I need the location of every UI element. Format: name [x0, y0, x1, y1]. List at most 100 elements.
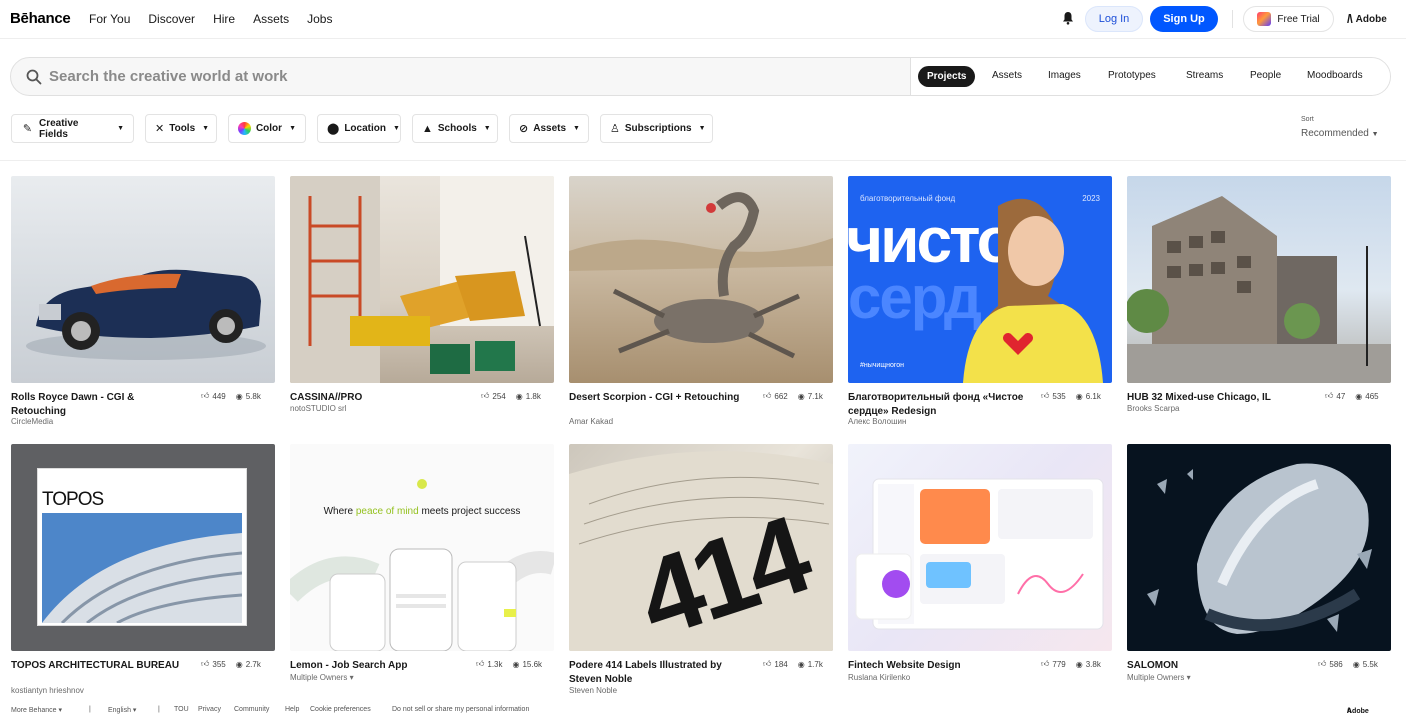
- footer-link-tou[interactable]: TOU: [174, 706, 189, 713]
- project-owner[interactable]: Amar Kakad: [569, 417, 613, 426]
- footer-divider: |: [89, 706, 91, 713]
- tab-prototypes[interactable]: Prototypes: [1108, 70, 1156, 81]
- subscriptions-icon: ♙: [610, 123, 620, 135]
- free-trial-button[interactable]: Free Trial: [1243, 6, 1334, 32]
- search-icon: [26, 69, 42, 85]
- filter-label: Creative Fields: [38, 117, 79, 140]
- project-thumbnail-desert-scorpion[interactable]: [569, 176, 833, 383]
- project-owner[interactable]: Brooks Scarpa: [1127, 404, 1179, 413]
- project-owner[interactable]: Multiple Owners ▾: [290, 673, 354, 682]
- adobe-label: Adobe: [1347, 708, 1369, 715]
- signup-button[interactable]: Sign Up: [1150, 6, 1218, 32]
- thumbs-up-icon: 👍︎: [1318, 659, 1327, 668]
- notification-bell-icon[interactable]: [1062, 11, 1074, 25]
- project-thumbnail-rolls-royce[interactable]: [11, 176, 275, 383]
- eye-icon: ◉: [235, 391, 243, 401]
- adobe-logo[interactable]: /\ Adobe: [1347, 12, 1387, 26]
- tab-assets[interactable]: Assets: [992, 70, 1022, 81]
- adobe-icon: /\: [1347, 12, 1353, 26]
- chevron-down-icon: ▼: [573, 125, 580, 132]
- view-count: 2.7k: [245, 659, 261, 669]
- project-title[interactable]: Rolls Royce Dawn - CGI & Retouching: [11, 391, 191, 418]
- like-count: 779: [1052, 659, 1066, 669]
- tab-images[interactable]: Images: [1048, 70, 1081, 81]
- project-thumbnail-podere[interactable]: 414: [569, 444, 833, 651]
- project-owner[interactable]: notoSTUDIO srl: [290, 404, 346, 413]
- project-title[interactable]: SALOMON: [1127, 659, 1307, 673]
- eye-icon: ◉: [235, 659, 243, 669]
- project-thumbnail-hub32[interactable]: [1127, 176, 1391, 383]
- project-stats: 👍︎ 535 ◉ 6.1k: [1041, 391, 1101, 401]
- login-button[interactable]: Log In: [1085, 6, 1143, 32]
- filter-schools[interactable]: ▲ Schools ▼: [412, 114, 498, 143]
- tab-people[interactable]: People: [1250, 70, 1281, 81]
- filter-color[interactable]: Color ▼: [228, 114, 306, 143]
- project-title[interactable]: HUB 32 Mixed-use Chicago, IL: [1127, 391, 1307, 405]
- dashboard-image: [855, 478, 1104, 630]
- sort-dropdown[interactable]: Recommended ▼: [1301, 128, 1379, 139]
- project-title[interactable]: Fintech Website Design: [848, 659, 1028, 673]
- filter-label: Subscriptions: [624, 123, 692, 134]
- behance-logo[interactable]: Bēhance: [10, 10, 71, 27]
- project-owner[interactable]: Steven Noble: [569, 686, 617, 695]
- thumbs-up-icon: 👍︎: [201, 659, 210, 668]
- nav-for-you[interactable]: For You: [89, 12, 130, 26]
- view-count: 465: [1365, 391, 1379, 401]
- chevron-down-icon: ▼: [483, 125, 491, 132]
- eye-icon: ◉: [512, 659, 520, 669]
- project-thumbnail-fintech[interactable]: [848, 444, 1112, 651]
- project-title[interactable]: CASSINA//PRO: [290, 391, 470, 405]
- project-title[interactable]: Lemon - Job Search App: [290, 659, 470, 673]
- project-owner[interactable]: CircleMedia: [11, 417, 53, 426]
- project-thumbnail-topos[interactable]: TOPOS: [11, 444, 275, 651]
- nav-assets[interactable]: Assets: [253, 12, 289, 26]
- footer-link-privacy[interactable]: Privacy: [198, 706, 221, 713]
- nav-jobs[interactable]: Jobs: [307, 12, 332, 26]
- thumbs-up-icon: 👍︎: [1325, 391, 1334, 400]
- more-behance-menu[interactable]: More Behance ▾: [11, 706, 62, 714]
- eye-icon: ◉: [1075, 391, 1083, 401]
- view-count: 5.5k: [1362, 659, 1378, 669]
- project-thumbnail-salomon[interactable]: [1127, 444, 1391, 651]
- tab-moodboards[interactable]: Moodboards: [1307, 70, 1363, 81]
- project-stats: 👍︎ 449 ◉ 5.8k: [201, 391, 261, 401]
- project-thumbnail-charity-redesign[interactable]: благотворительный фонд 2023 чисто серд #…: [848, 176, 1112, 383]
- project-thumbnail-cassina[interactable]: [290, 176, 554, 383]
- project-owner[interactable]: Multiple Owners ▾: [1127, 673, 1191, 682]
- thumbs-up-icon: 👍︎: [1041, 659, 1050, 668]
- thumbs-up-icon: 👍︎: [476, 659, 485, 668]
- filter-location[interactable]: ⬤ Location ▼: [317, 114, 401, 143]
- footer-link-cookies[interactable]: Cookie preferences: [310, 706, 371, 713]
- like-count: 449: [212, 391, 226, 401]
- like-count: 662: [774, 391, 788, 401]
- language-selector[interactable]: English ▾: [108, 706, 136, 714]
- building-image: [1127, 196, 1391, 383]
- project-title[interactable]: TOPOS ARCHITECTURAL BUREAU: [11, 659, 191, 673]
- footer-link-do-not-sell[interactable]: Do not sell or share my personal informa…: [392, 706, 529, 713]
- thumb-hashtag: #нычищногон: [860, 362, 905, 369]
- project-owner[interactable]: Ruslana Kirilenko: [848, 673, 910, 682]
- topos-frame: TOPOS: [37, 468, 247, 626]
- project-stats: 👍︎ 586 ◉ 5.5k: [1318, 659, 1378, 669]
- eye-icon: ◉: [797, 659, 805, 669]
- project-title[interactable]: Podere 414 Labels Illustrated by Steven …: [569, 659, 749, 686]
- project-owner[interactable]: kostiantyn hrieshnov: [11, 686, 84, 695]
- filter-tools[interactable]: ✕ Tools ▼: [145, 114, 217, 143]
- filter-label: Schools: [437, 123, 477, 134]
- filter-label: Color: [255, 123, 283, 134]
- tab-streams[interactable]: Streams: [1186, 70, 1223, 81]
- filter-subscriptions[interactable]: ♙ Subscriptions ▼: [600, 114, 713, 143]
- footer-link-help[interactable]: Help: [285, 706, 299, 713]
- view-count: 6.1k: [1085, 391, 1101, 401]
- tab-projects[interactable]: Projects: [918, 66, 976, 87]
- nav-discover[interactable]: Discover: [148, 12, 195, 26]
- project-owner[interactable]: Алекс Волошин: [848, 417, 906, 426]
- nav-hire[interactable]: Hire: [213, 12, 235, 26]
- search-input[interactable]: Search the creative world at work: [49, 68, 287, 85]
- filter-creative-fields[interactable]: ✎ Creative Fields ▼: [11, 114, 134, 143]
- project-title[interactable]: Благотворительный фонд «Чистое сердце» R…: [848, 391, 1028, 418]
- project-thumbnail-lemon[interactable]: Where peace of mind meets project succes…: [290, 444, 554, 651]
- project-title[interactable]: Desert Scorpion - CGI + Retouching: [569, 391, 749, 405]
- footer-link-community[interactable]: Community: [234, 706, 269, 713]
- filter-assets[interactable]: ⊘ Assets ▼: [509, 114, 589, 143]
